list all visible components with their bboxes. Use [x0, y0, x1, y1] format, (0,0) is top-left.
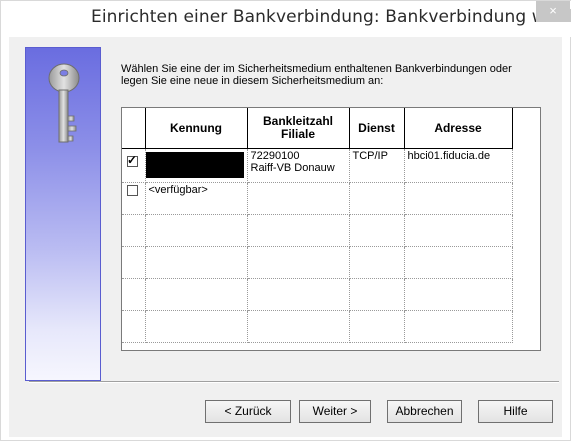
close-icon: × — [549, 3, 557, 18]
cell-adresse — [404, 182, 513, 215]
cell-adresse: hbci01.fiducia.de — [404, 148, 513, 183]
table-row-empty — [122, 246, 513, 279]
cell-dienst: TCP/IP — [349, 148, 405, 183]
redacted-kennung — [145, 152, 244, 178]
cell-bankleitzahl: 72290100 — [250, 150, 300, 162]
help-button[interactable]: Hilfe — [478, 400, 553, 423]
table-row-empty — [122, 278, 513, 311]
table-row-empty — [122, 214, 513, 247]
dialog-body: Wählen Sie eine der im Sicherheitsmedium… — [9, 37, 562, 437]
instruction-text: Wählen Sie eine der im Sicherheitsmedium… — [121, 63, 512, 87]
header-bankleitzahl-filiale[interactable]: Bankleitzahl Filiale — [247, 108, 350, 149]
table-row-empty — [122, 310, 513, 343]
bank-connection-table[interactable]: Kennung Bankleitzahl Filiale Dienst Adre… — [121, 107, 541, 351]
row-checkbox-checked[interactable]: ✓ — [127, 153, 138, 167]
cell-dienst — [349, 182, 405, 215]
header-select — [122, 108, 146, 149]
cancel-button[interactable]: Abbrechen — [387, 400, 462, 423]
header-adresse[interactable]: Adresse — [404, 108, 513, 149]
cell-filiale: Raiff-VB Donauw — [250, 162, 335, 174]
key-icon — [48, 63, 80, 143]
table-row[interactable]: <verfügbar> — [122, 182, 513, 215]
next-button[interactable]: Weiter > — [299, 400, 371, 423]
cell-bankleitzahl — [247, 182, 350, 215]
back-button[interactable]: < Zurück — [205, 400, 291, 423]
window-title: Einrichten einer Bankverbindung: Bankver… — [91, 7, 571, 27]
row-checkbox-unchecked[interactable] — [127, 185, 138, 196]
button-separator — [29, 381, 559, 383]
wizard-side-image — [25, 47, 101, 381]
dialog-window: Einrichten einer Bankverbindung: Bankver… — [0, 0, 571, 441]
table-row[interactable]: ✓ 72290100 Raiff-VB Donauw TCP/IP hbci01… — [122, 148, 513, 183]
cell-kennung: <verfügbar> — [145, 182, 248, 215]
checkmark-icon: ✓ — [127, 153, 138, 167]
close-button[interactable]: × — [536, 1, 570, 22]
title-bar: Einrichten einer Bankverbindung: Bankver… — [1, 1, 571, 37]
header-kennung[interactable]: Kennung — [145, 108, 248, 149]
header-dienst[interactable]: Dienst — [349, 108, 405, 149]
table-header-row: Kennung Bankleitzahl Filiale Dienst Adre… — [122, 108, 513, 149]
